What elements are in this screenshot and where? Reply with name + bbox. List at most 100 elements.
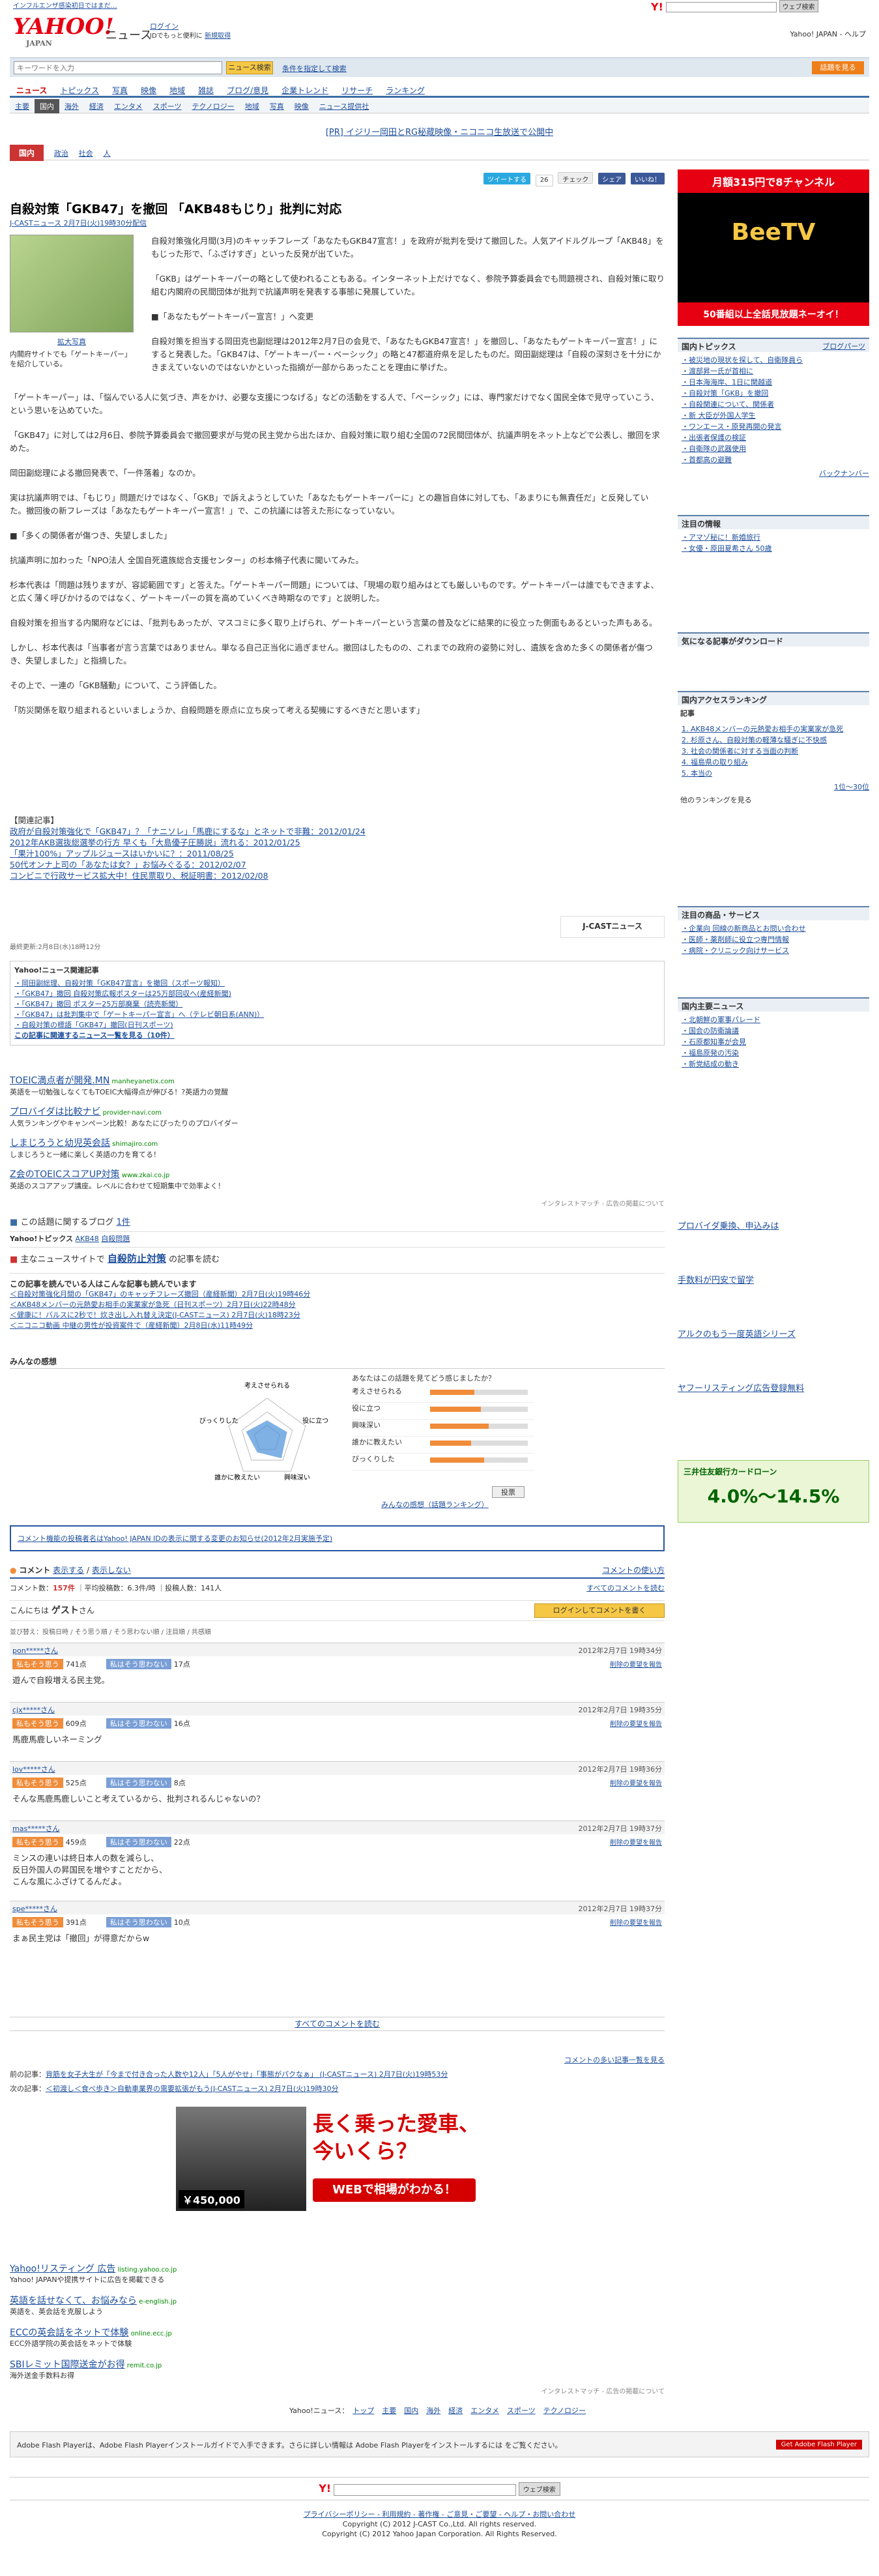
disagree-button[interactable]: 私はそう思わない (106, 1837, 171, 1847)
topic-link[interactable]: 自殺問題 (101, 1235, 130, 1243)
next-article-link[interactable]: ＜初渡し＜食べ歩き＞自動車業界の需要拡張がもう(J-CASTニュース) 2月7日… (46, 2085, 339, 2093)
bottom-nav-item[interactable]: 国内 (404, 2407, 418, 2415)
subnav-item[interactable]: 国内 (35, 99, 59, 113)
disagree-button[interactable]: 私はそう思わない (106, 1659, 171, 1669)
yahoo-logo[interactable]: YAHOO! JAPAN (13, 13, 114, 52)
topic-item[interactable]: ・自衛隊の武器使用 (682, 443, 865, 454)
subnav-item[interactable]: 地域 (240, 99, 265, 113)
bottom-nav-item[interactable]: トップ (353, 2407, 374, 2415)
subnav-item[interactable]: 海外 (59, 99, 84, 113)
crumb-item[interactable]: 社会 (79, 149, 93, 158)
topic-item[interactable]: ・ワンエース・原発再開の発言 (682, 421, 865, 432)
right-ad-item[interactable]: プロバイダ乗換、申込みは (678, 1219, 869, 1231)
comment-user[interactable]: spe*****さん (12, 1905, 57, 1913)
blog-count-link[interactable]: 1件 (117, 1218, 130, 1227)
car-ad-banner[interactable]: ￥450,000 長く乗った愛車、 今いくら？ WEBで相場がわかる！ (176, 2107, 489, 2211)
related-link[interactable]: コンビニで行政サービス拡大中！住民票取り、税証明書：2012/02/08 (10, 870, 665, 881)
ranking-item[interactable]: 1. AKB48メンバーの元熱愛お相手の実業家が急死 (682, 724, 865, 735)
gnav-item[interactable]: リサーチ (335, 82, 379, 98)
bottom-ad-title[interactable]: ECCの英会話をネットで体験 (10, 2328, 128, 2338)
footer-link-row[interactable]: プライバシーポリシー - 利用規約 - 著作権 - ご意見・ご要望 - ヘルプ・… (10, 2510, 869, 2519)
news-search-input[interactable] (14, 61, 222, 74)
comment-ranking-link[interactable]: コメントの多い記事一覧を見る (10, 2053, 665, 2068)
topic-item[interactable]: ・被災地の現状を探して、自衛隊員ら (682, 355, 865, 366)
bottom-nav-item[interactable]: エンタメ (470, 2407, 499, 2415)
gnav-item[interactable]: 映像 (134, 82, 163, 98)
main-news-item[interactable]: ・福島原発の汚染 (682, 1047, 865, 1059)
bottom-nav-item[interactable]: 経済 (448, 2407, 463, 2415)
agree-button[interactable]: 私もそう思う (12, 1837, 63, 1847)
gnav-item[interactable]: 写真 (106, 82, 134, 98)
subnav-item[interactable]: 主要 (10, 99, 35, 113)
main-news-item[interactable]: ・石原都知事が会見 (682, 1036, 865, 1047)
related-link[interactable]: 政府が自殺対策強化で「GKB47」？「ナニソレ」「馬鹿にするな」とネットで非難：… (10, 826, 665, 837)
notice-box[interactable]: コメント機能の投稿者名はYahoo! JAPAN IDの表示に関する変更のお知ら… (10, 1525, 665, 1551)
kansou-ranking-link[interactable]: みんなの感想（話題ランキング） (381, 1499, 489, 1510)
top-news-link[interactable]: インフルエンザ感染初日ではまだ… (13, 0, 665, 10)
related-link[interactable]: 「果汁100%」アップルジュースはいかいに？：2011/08/25 (10, 848, 665, 859)
main-news-item[interactable]: ・北朝鮮の軍事パレード (682, 1014, 865, 1025)
header-right-links[interactable]: Yahoo! JAPAN - ヘルプ (790, 29, 866, 39)
ad-title[interactable]: Z会のTOEICスコアUP対策 (10, 1169, 120, 1180)
agree-button[interactable]: 私もそう思う (12, 1778, 63, 1788)
related-news-item[interactable]: ・「GKB47」撤回 自殺対策広報ポスターは25万部回収へ(産経新聞) (14, 989, 660, 999)
topic-item[interactable]: ・自殺対策「GKB」を撤回 (682, 388, 865, 399)
today-item[interactable]: ・アマゾ秘に！新婚旅行 (682, 532, 865, 543)
subnav-item[interactable]: 経済 (84, 99, 109, 113)
subnav-item[interactable]: エンタメ (109, 99, 148, 113)
advanced-search-link[interactable]: 条件を指定して検索 (282, 63, 347, 74)
article-source[interactable]: J-CASTニュース 2月7日(火)19時30分配信 (10, 218, 665, 228)
kansou-bar[interactable] (430, 1424, 528, 1429)
bottom-ad-title[interactable]: SBIレミット国際送金がお得 (10, 2360, 125, 2370)
crumb-item[interactable]: 人 (104, 149, 111, 158)
yshop-item[interactable]: ・病院・クリニック向けサービス (682, 945, 865, 956)
bottom-ad-title[interactable]: Yahoo!リスティング 広告 (10, 2264, 115, 2274)
vote-button[interactable]: 投票 (492, 1486, 525, 1498)
photo-enlarge-link[interactable]: 拡大写真 (10, 336, 134, 347)
topic-item[interactable]: ・渡部昇一氏が首相に (682, 366, 865, 377)
kansou-bar[interactable] (430, 1457, 528, 1463)
ad-title[interactable]: プロバイダは比較ナビ (10, 1107, 100, 1117)
gnav-item[interactable]: トピックス (53, 82, 106, 98)
related-link[interactable]: 50代オンナ上司の「あなたは女？」お悩みぐるる：2012/02/07 (10, 859, 665, 870)
jcast-logo[interactable]: J-CASTニュース (560, 916, 665, 938)
beetv-banner[interactable]: 月額315円で8チャンネル BeeTV 50番組以上全話見放題ネーオイ！ (678, 169, 869, 326)
gnav-item[interactable]: 地域 (163, 82, 192, 98)
hide-comments[interactable]: 表示しない (92, 1566, 131, 1575)
topic-link[interactable]: AKB48 (76, 1235, 99, 1243)
subnav-item[interactable]: テクノロジー (186, 99, 239, 113)
today-item[interactable]: ・女優・原田夏希さん 50歳 (682, 543, 865, 554)
login-to-comment-button[interactable]: ログインしてコメントを書く (534, 1603, 665, 1618)
show-comments[interactable]: 表示する (53, 1566, 84, 1575)
bottom-nav-item[interactable]: 海外 (426, 2407, 440, 2415)
subnav-item[interactable]: ニュース提供社 (314, 99, 374, 113)
all-comments-link[interactable]: すべてのコメントを読む (10, 2017, 665, 2031)
ad-note[interactable]: インタレストマッチ - 広告の掲載について (10, 1198, 665, 1208)
share-button[interactable]: シェア (598, 173, 626, 184)
also-item[interactable]: ＜自殺対策強化月間の「GKB47」のキャッチフレーズ撤回（産経新聞）2月7日(火… (10, 1289, 665, 1300)
flash-badge[interactable]: Get Adobe Flash Player (775, 2440, 862, 2450)
prev-article-link[interactable]: 背筋を女子大生が「今まで付き合った人数や12人」「5人がやせ」「事態がパクなぁ」… (46, 2070, 448, 2079)
kansou-bar[interactable] (430, 1441, 528, 1446)
kansou-bar[interactable] (430, 1407, 528, 1412)
subnav-item[interactable]: 映像 (289, 99, 314, 113)
pr-link[interactable]: [PR] イジリー岡田とRG秘蔵映像・ニコニコ生放送で公開中 (10, 125, 869, 138)
related-news-item[interactable]: ・岡田副総理、自殺対策「GKB47宣言」を撤回（スポーツ報知） (14, 978, 660, 989)
footer-search-button[interactable]: ウェブ検索 (518, 2482, 560, 2496)
news-search-button[interactable]: ニュース検索 (226, 61, 273, 74)
report-link[interactable]: 削除の要望を報告 (610, 1917, 662, 1927)
bottom-ad-note[interactable]: インタレストマッチ - 広告の掲載について (10, 2386, 665, 2395)
related-news-item[interactable]: ・「GKB47」撤回 ポスター25万部廃棄（読売新聞） (14, 999, 660, 1010)
gnav-item[interactable]: ニュース (10, 82, 53, 98)
keyword-link[interactable]: 自殺防止対策 (108, 1253, 166, 1265)
agree-button[interactable]: 私もそう思う (12, 1917, 63, 1927)
signup-link[interactable]: 新規取得 (205, 33, 231, 40)
report-link[interactable]: 削除の要望を報告 (610, 1837, 662, 1847)
agree-button[interactable]: 私もそう思う (12, 1659, 63, 1669)
read-all-comments[interactable]: すべてのコメントを読む (586, 1583, 665, 1593)
also-item[interactable]: ＜AKB48メンバーの元熱愛お相手の実業家が急死（日刊スポーツ）2月7日(火)2… (10, 1300, 665, 1310)
agree-button[interactable]: 私もそう思う (12, 1718, 63, 1729)
crumb-item[interactable]: 政治 (54, 149, 68, 158)
comment-howto[interactable]: コメントの使い方 (602, 1564, 665, 1575)
disagree-button[interactable]: 私はそう思わない (106, 1778, 171, 1788)
